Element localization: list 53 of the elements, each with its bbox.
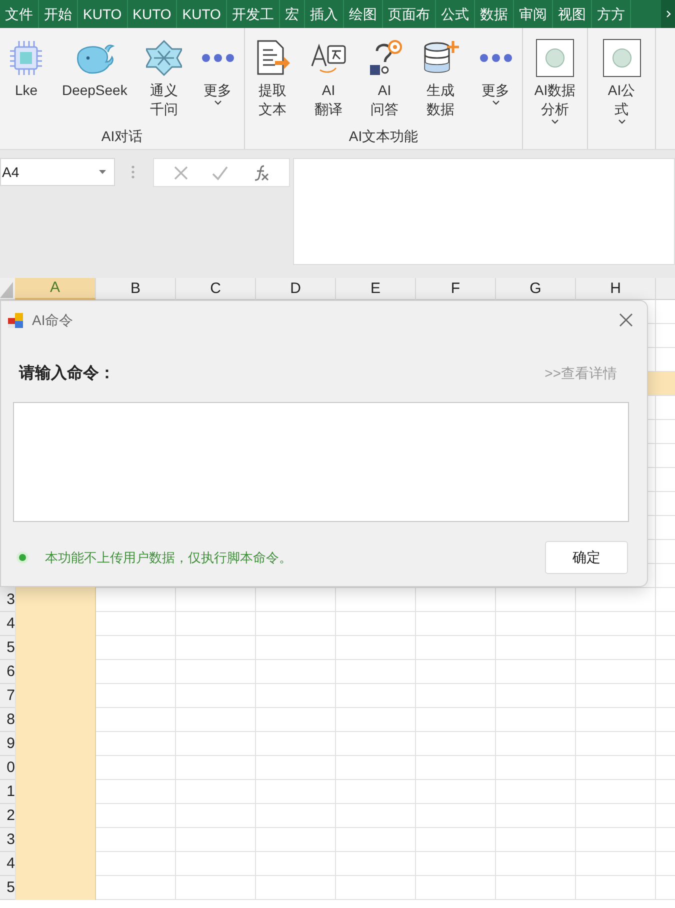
cell-reference: A4 <box>2 162 20 182</box>
ribbon-button[interactable]: Lke <box>7 36 46 124</box>
status-dot-icon <box>16 551 29 564</box>
ribbon-button[interactable]: 更多 <box>476 36 514 124</box>
close-icon[interactable] <box>619 313 633 327</box>
checkmark-icon[interactable] <box>211 164 230 180</box>
row-number[interactable]: 4 <box>6 854 15 874</box>
ribbon-button[interactable]: 生成 数据 <box>420 36 462 124</box>
chevron-down-icon <box>618 119 626 124</box>
group-label: AI文本功能 <box>348 127 420 146</box>
ribbon-button[interactable]: AI 问答 <box>364 36 404 124</box>
column-header[interactable]: A <box>15 278 96 300</box>
formula-input[interactable] <box>293 158 675 265</box>
ribbon-button[interactable]: DeepSeek <box>60 36 130 124</box>
more-icon <box>200 53 235 63</box>
row-number[interactable]: 3 <box>6 590 15 610</box>
row-number[interactable]: 6 <box>6 662 15 682</box>
row-number[interactable]: 1 <box>6 782 15 802</box>
row-number[interactable]: 5 <box>6 638 15 658</box>
more-icon <box>478 53 512 63</box>
window-title: AI命令 <box>32 310 74 330</box>
row-number[interactable]: 3 <box>6 830 15 850</box>
app-icon <box>7 312 24 328</box>
row-number[interactable]: 5 <box>6 878 15 898</box>
row-number[interactable]: 9 <box>6 734 15 754</box>
chevron-down-icon <box>214 100 222 105</box>
chevron-down-icon <box>492 100 500 105</box>
chevron-right-icon[interactable] <box>666 10 670 18</box>
ribbon-button[interactable]: AI数据 分析 <box>532 36 578 124</box>
row-number[interactable]: 4 <box>6 614 15 634</box>
circle-swatch-icon <box>602 39 640 77</box>
group-label: AI对话 <box>100 127 144 146</box>
command-input[interactable] <box>13 402 629 522</box>
caret-icon <box>99 170 106 174</box>
circle-swatch-icon <box>536 39 574 77</box>
row-number[interactable]: 7 <box>6 686 15 706</box>
chevron-down-icon <box>550 119 559 124</box>
ribbon-button[interactable]: AI公 式 <box>600 36 642 124</box>
notice-text: 本功能不上传用户数据，仅执行脚本命令。 <box>45 548 292 567</box>
prompt-label: 请输入命令： <box>19 362 115 384</box>
name-box[interactable]: A4 <box>0 158 115 186</box>
ribbon-button[interactable]: 通义 千问 <box>144 36 184 124</box>
ribbon-button[interactable]: 更多 <box>198 36 237 124</box>
drag-handle-icon[interactable] <box>131 165 135 179</box>
row-number[interactable]: 2 <box>6 806 15 826</box>
confirm-button[interactable]: 确定 <box>545 541 628 574</box>
document-arrow-icon <box>254 40 290 76</box>
star-icon <box>146 39 182 77</box>
row-number[interactable]: 8 <box>6 710 15 730</box>
ribbon-button[interactable]: 提取 文本 <box>252 36 292 124</box>
ribbon-button[interactable]: AI 翻译 <box>308 36 350 124</box>
row-number[interactable]: 0 <box>6 758 15 778</box>
chip-icon <box>9 39 44 77</box>
